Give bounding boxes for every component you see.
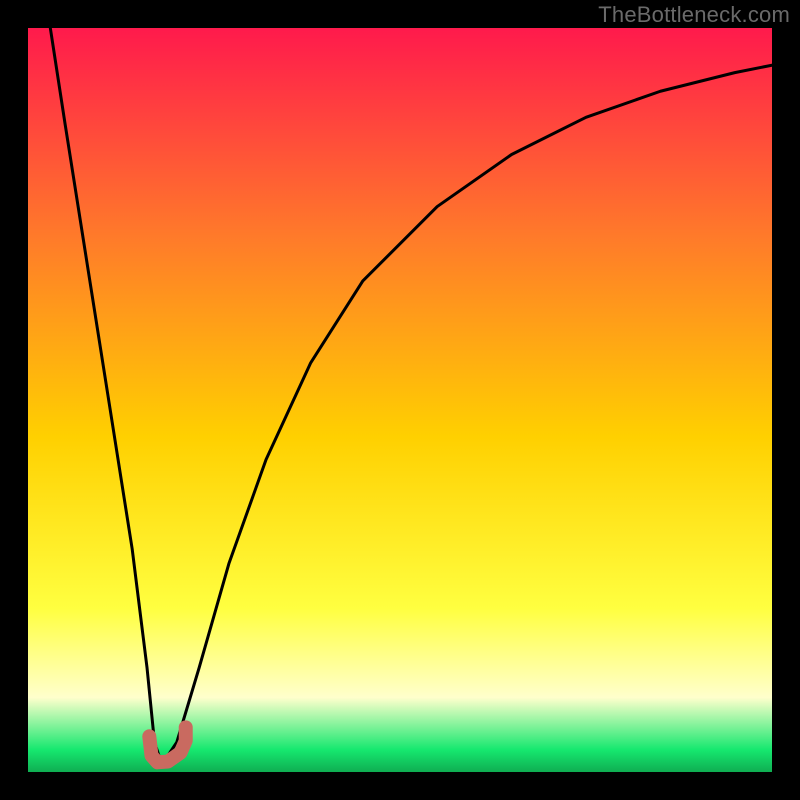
plot-area <box>28 28 772 772</box>
watermark-text: TheBottleneck.com <box>598 2 790 28</box>
chart-frame: TheBottleneck.com <box>0 0 800 800</box>
gradient-background <box>28 28 772 772</box>
bottleneck-chart <box>28 28 772 772</box>
